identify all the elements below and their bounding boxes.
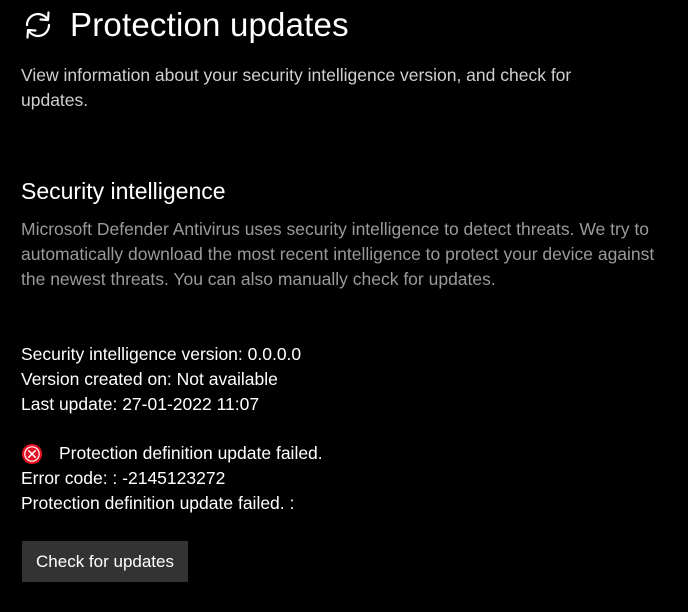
error-code-text: Error code: : -2145123272 (21, 468, 226, 488)
check-for-updates-button[interactable]: Check for updates (22, 541, 188, 582)
page-title: Protection updates (70, 6, 349, 43)
error-icon (21, 443, 43, 465)
page-header: Protection updates (20, 4, 349, 46)
update-error: Protection definition update failed. Err… (21, 441, 323, 516)
intelligence-version-text: Security intelligence version: 0.0.0.0 (21, 344, 302, 364)
refresh-icon (20, 7, 56, 43)
version-info: Security intelligence version: 0.0.0.0 V… (21, 342, 301, 417)
last-update-text: Last update: 27-01-2022 11:07 (21, 394, 260, 414)
error-status-row: Protection definition update failed. (21, 441, 323, 466)
security-intelligence-heading: Security intelligence (21, 178, 226, 204)
error-detail-text: Protection definition update failed. : (21, 493, 295, 513)
version-created-text: Version created on: Not available (21, 369, 278, 389)
security-intelligence-description: Microsoft Defender Antivirus uses securi… (21, 219, 655, 289)
error-message: Protection definition update failed. (59, 443, 323, 463)
page-subtitle: View information about your security int… (21, 65, 572, 110)
